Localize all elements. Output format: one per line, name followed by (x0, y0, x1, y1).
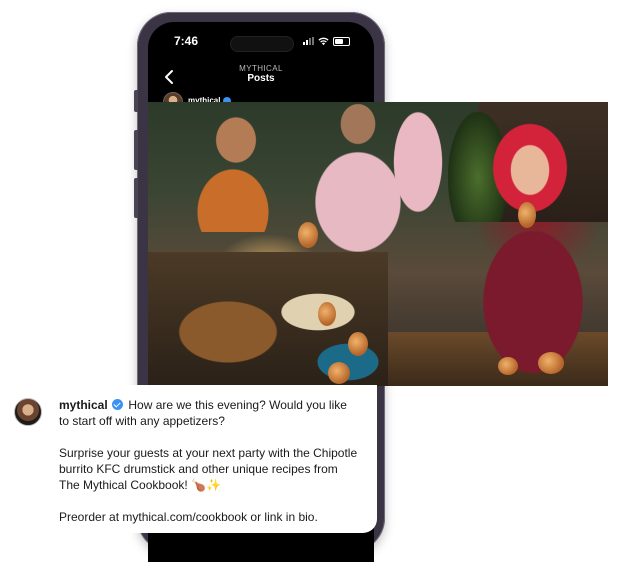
photo-appetizer (498, 357, 518, 375)
verified-icon (112, 399, 124, 410)
cookbook-link[interactable]: mythical.com/cookbook (122, 510, 247, 524)
photo-person-right (458, 112, 608, 386)
photo-appetizer (538, 352, 564, 374)
caption-line-2: Surprise your guests at your next party … (59, 446, 358, 492)
phone-volume-up (134, 130, 138, 170)
post-image[interactable] (148, 102, 608, 386)
header-account: MYTHICAL (239, 64, 283, 73)
caption-username[interactable]: mythical (59, 398, 108, 412)
caption-line-3-prefix: Preorder at (59, 510, 123, 524)
photo-food-table (148, 252, 388, 386)
photo-appetizer (298, 222, 318, 248)
photo-person-center (298, 102, 418, 272)
signal-icon (303, 37, 314, 45)
photo-appetizer (348, 332, 368, 356)
photo-person-left (178, 102, 278, 232)
caption-card: mythical How are we this evening? Would … (0, 385, 377, 533)
page-title: Posts (247, 73, 275, 84)
photo-appetizer (318, 302, 336, 326)
post-caption: mythical How are we this evening? Would … (59, 397, 359, 541)
phone-volume-down (134, 178, 138, 218)
phone-action-button (134, 90, 138, 112)
caption-line-3-suffix: or link in bio. (247, 510, 318, 524)
battery-icon (333, 36, 350, 46)
dynamic-island (230, 36, 294, 52)
status-icons (303, 36, 350, 46)
photo-appetizer (328, 362, 350, 384)
status-time: 7:46 (174, 34, 199, 48)
wifi-icon (318, 37, 329, 45)
caption-avatar[interactable] (14, 398, 42, 426)
photo-appetizer (518, 202, 536, 228)
